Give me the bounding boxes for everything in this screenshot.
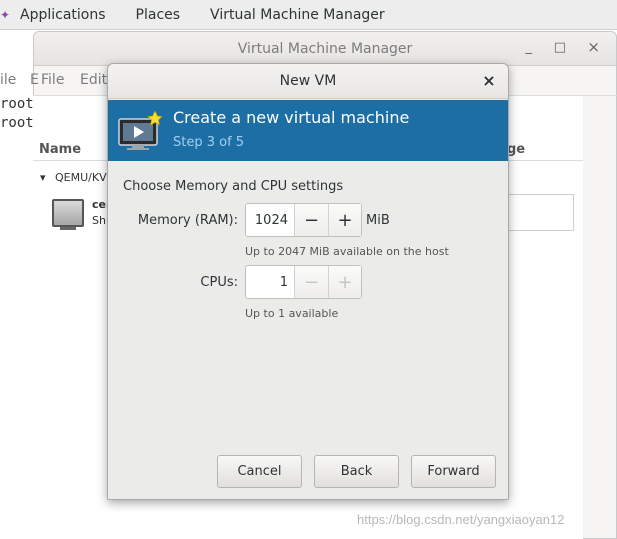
close-icon[interactable]: × (480, 72, 498, 90)
dialog-titlebar: New VM (108, 64, 508, 99)
cpus-spinbutton[interactable]: 1 − + (245, 265, 362, 299)
connection-group[interactable]: QEMU/KV (55, 171, 107, 184)
section-title: Choose Memory and CPU settings (123, 179, 344, 194)
dialog-title: New VM (279, 73, 337, 89)
memory-value[interactable]: 1024 (246, 204, 295, 236)
wizard-banner: Create a new virtual machine Step 3 of 5 (108, 100, 508, 161)
memory-label: Memory (RAM): (137, 213, 238, 228)
menu-edit-partial[interactable]: E (30, 72, 39, 88)
menu-edit[interactable]: Edit (80, 72, 107, 88)
vmm-app-menu[interactable]: Virtual Machine Manager (210, 7, 385, 23)
forward-button[interactable]: Forward (411, 455, 496, 488)
back-button[interactable]: Back (314, 455, 399, 488)
cpus-value[interactable]: 1 (246, 266, 295, 298)
menu-file-partial[interactable]: ile (0, 72, 16, 88)
tree-expander-icon[interactable]: ▾ (40, 171, 46, 184)
applications-menu[interactable]: Applications (20, 7, 106, 23)
memory-spinbutton[interactable]: 1024 − + (245, 203, 362, 237)
memory-decrease-button[interactable]: − (295, 204, 328, 236)
minimize-icon[interactable]: _ (526, 40, 533, 55)
vmm-window-title: Virtual Machine Manager (237, 40, 413, 57)
memory-increase-button[interactable]: + (328, 204, 361, 236)
vm-monitor-stand (60, 227, 76, 230)
vm-monitor-icon (52, 199, 84, 227)
memory-unit: MiB (366, 213, 390, 228)
cancel-button[interactable]: Cancel (217, 455, 302, 488)
banner-title: Create a new virtual machine (173, 108, 410, 127)
maximize-icon[interactable]: □ (554, 40, 566, 55)
column-cpu-usage[interactable]: ge (507, 142, 525, 157)
banner-step: Step 3 of 5 (173, 135, 245, 150)
close-icon[interactable]: × (587, 38, 600, 56)
places-menu[interactable]: Places (136, 7, 181, 23)
cpus-label: CPUs: (200, 275, 238, 290)
menu-file[interactable]: File (41, 72, 64, 88)
top-panel: ✦ Applications Places Virtual Machine Ma… (0, 0, 617, 30)
vmm-titlebar: Virtual Machine Manager _ □ × (34, 32, 616, 66)
new-vm-dialog: New VM × Create a new virtual machine St… (107, 63, 509, 500)
cpu-usage-graph (505, 194, 574, 231)
cpus-increase-button[interactable]: + (328, 266, 361, 298)
cpus-hint: Up to 1 available (245, 307, 339, 320)
new-vm-icon (118, 111, 162, 150)
cpus-decrease-button[interactable]: − (295, 266, 328, 298)
applications-icon: ✦ (0, 7, 11, 22)
column-name[interactable]: Name (39, 142, 81, 157)
watermark: https://blog.csdn.net/yangxiaoyan12 (357, 512, 565, 527)
memory-hint: Up to 2047 MiB available on the host (245, 245, 449, 258)
